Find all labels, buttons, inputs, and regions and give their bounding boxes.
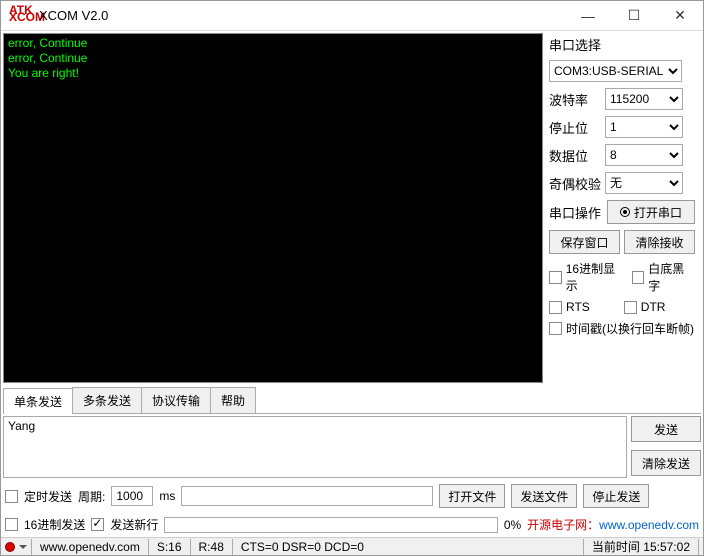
send-newline-checkbox[interactable] (91, 518, 104, 531)
whitebg-checkbox[interactable] (632, 271, 645, 284)
app-window: ATKXCOM XCOM V2.0 — ☐ ✕ error, Continue … (0, 0, 704, 556)
maximize-button[interactable]: ☐ (611, 1, 657, 31)
send-button[interactable]: 发送 (631, 416, 701, 442)
tab-multi-send[interactable]: 多条发送 (72, 387, 142, 413)
baud-select[interactable]: 115200 (605, 88, 683, 110)
open-file-button[interactable]: 打开文件 (439, 484, 505, 508)
settings-panel: 串口选择 COM3:USB-SERIAL 波特率115200 停止位1 数据位8… (547, 33, 701, 383)
hex-send-checkbox[interactable] (5, 518, 18, 531)
status-sent: S:16 (153, 540, 186, 554)
portop-label: 串口操作 (549, 203, 601, 222)
hex-display-checkbox[interactable] (549, 271, 562, 284)
titlebar: ATKXCOM XCOM V2.0 — ☐ ✕ (1, 1, 703, 31)
window-title: XCOM V2.0 (39, 8, 565, 23)
port-status-icon (620, 207, 630, 217)
send-file-button[interactable]: 发送文件 (511, 484, 577, 508)
progress-pct: 0% (504, 518, 521, 532)
tab-protocol[interactable]: 协议传输 (141, 387, 211, 413)
parity-label: 奇偶校验 (549, 174, 601, 193)
file-path-input[interactable] (181, 486, 433, 506)
tab-single-send[interactable]: 单条发送 (3, 388, 73, 414)
status-led-icon (5, 542, 15, 552)
status-recv: R:48 (195, 540, 228, 554)
tab-bar: 单条发送 多条发送 协议传输 帮助 (3, 387, 701, 414)
baud-label: 波特率 (549, 90, 601, 109)
app-logo: ATKXCOM (9, 7, 33, 25)
status-url[interactable]: www.openedv.com (36, 540, 144, 554)
timed-send-label: 定时发送 (24, 488, 72, 505)
dtr-checkbox[interactable] (624, 301, 637, 314)
period-input[interactable] (111, 486, 153, 506)
link-text: 开源电子网：www.openedv.com (527, 516, 699, 533)
open-port-button[interactable]: 打开串口 (607, 200, 695, 224)
close-button[interactable]: ✕ (657, 1, 703, 31)
databit-label: 数据位 (549, 146, 601, 165)
stopbit-label: 停止位 (549, 118, 601, 137)
port-select[interactable]: COM3:USB-SERIAL (549, 60, 682, 82)
send-input[interactable] (3, 416, 627, 478)
dropdown-icon[interactable] (19, 543, 27, 551)
tab-help[interactable]: 帮助 (210, 387, 256, 413)
status-time: 当前时间 15:57:02 (588, 538, 694, 555)
timed-send-checkbox[interactable] (5, 490, 18, 503)
rts-checkbox[interactable] (549, 301, 562, 314)
parity-select[interactable]: 无 (605, 172, 683, 194)
save-window-button[interactable]: 保存窗口 (549, 230, 620, 254)
timestamp-checkbox[interactable] (549, 322, 562, 335)
minimize-button[interactable]: — (565, 1, 611, 31)
clear-send-button[interactable]: 清除发送 (631, 450, 701, 476)
stopbit-select[interactable]: 1 (605, 116, 683, 138)
clear-recv-button[interactable]: 清除接收 (624, 230, 695, 254)
stop-send-button[interactable]: 停止发送 (583, 484, 649, 508)
status-lines: CTS=0 DSR=0 DCD=0 (237, 540, 579, 554)
port-label: 串口选择 (549, 35, 695, 54)
terminal-output[interactable]: error, Continue error, Continue You are … (3, 33, 543, 383)
databit-select[interactable]: 8 (605, 144, 683, 166)
status-bar: www.openedv.com S:16 R:48 CTS=0 DSR=0 DC… (1, 537, 703, 555)
progress-bar (164, 517, 497, 533)
period-label: 周期: (78, 488, 105, 505)
